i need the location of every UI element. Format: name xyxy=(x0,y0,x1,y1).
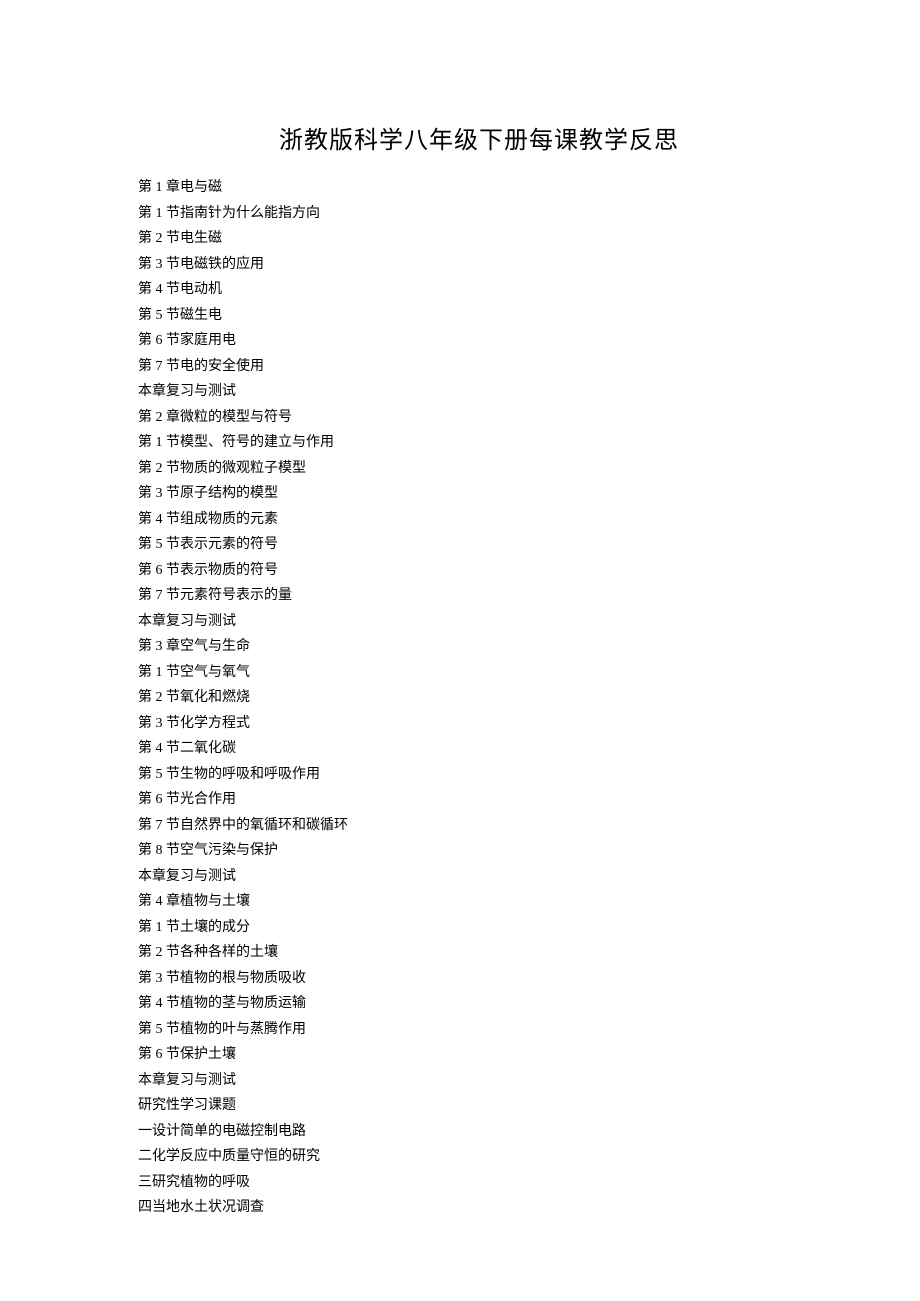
toc-line: 第 3 节电磁铁的应用 xyxy=(138,252,820,278)
toc-line: 第 6 节表示物质的符号 xyxy=(138,558,820,584)
toc-line: 二化学反应中质量守恒的研究 xyxy=(138,1144,820,1170)
toc-line: 第 2 章微粒的模型与符号 xyxy=(138,405,820,431)
toc-line: 本章复习与测试 xyxy=(138,379,820,405)
toc-line: 第 1 节土壤的成分 xyxy=(138,915,820,941)
toc-line: 一设计简单的电磁控制电路 xyxy=(138,1119,820,1145)
toc-line: 第 4 节组成物质的元素 xyxy=(138,507,820,533)
toc-line: 第 2 节氧化和燃烧 xyxy=(138,685,820,711)
table-of-contents: 第 1 章电与磁第 1 节指南针为什么能指方向第 2 节电生磁第 3 节电磁铁的… xyxy=(138,175,820,1221)
toc-line: 第 2 节各种各样的土壤 xyxy=(138,940,820,966)
toc-line: 第 5 节植物的叶与蒸腾作用 xyxy=(138,1017,820,1043)
toc-line: 第 6 节家庭用电 xyxy=(138,328,820,354)
toc-line: 第 3 节植物的根与物质吸收 xyxy=(138,966,820,992)
toc-line: 本章复习与测试 xyxy=(138,864,820,890)
toc-line: 第 5 节表示元素的符号 xyxy=(138,532,820,558)
document-title: 浙教版科学八年级下册每课教学反思 xyxy=(138,120,820,155)
toc-line: 第 3 章空气与生命 xyxy=(138,634,820,660)
toc-line: 本章复习与测试 xyxy=(138,609,820,635)
toc-line: 第 3 节原子结构的模型 xyxy=(138,481,820,507)
toc-line: 第 2 节电生磁 xyxy=(138,226,820,252)
toc-line: 第 7 节电的安全使用 xyxy=(138,354,820,380)
toc-line: 第 6 节保护土壤 xyxy=(138,1042,820,1068)
toc-line: 第 6 节光合作用 xyxy=(138,787,820,813)
toc-line: 第 4 节电动机 xyxy=(138,277,820,303)
toc-line: 第 1 节空气与氧气 xyxy=(138,660,820,686)
toc-line: 四当地水土状况调查 xyxy=(138,1195,820,1221)
toc-line: 第 7 节元素符号表示的量 xyxy=(138,583,820,609)
toc-line: 第 8 节空气污染与保护 xyxy=(138,838,820,864)
toc-line: 三研究植物的呼吸 xyxy=(138,1170,820,1196)
toc-line: 第 5 节磁生电 xyxy=(138,303,820,329)
toc-line: 本章复习与测试 xyxy=(138,1068,820,1094)
toc-line: 第 7 节自然界中的氧循环和碳循环 xyxy=(138,813,820,839)
toc-line: 研究性学习课题 xyxy=(138,1093,820,1119)
toc-line: 第 1 节指南针为什么能指方向 xyxy=(138,201,820,227)
toc-line: 第 4 节二氧化碳 xyxy=(138,736,820,762)
toc-line: 第 4 章植物与土壤 xyxy=(138,889,820,915)
toc-line: 第 1 节模型、符号的建立与作用 xyxy=(138,430,820,456)
toc-line: 第 1 章电与磁 xyxy=(138,175,820,201)
toc-line: 第 2 节物质的微观粒子模型 xyxy=(138,456,820,482)
toc-line: 第 3 节化学方程式 xyxy=(138,711,820,737)
toc-line: 第 4 节植物的茎与物质运输 xyxy=(138,991,820,1017)
toc-line: 第 5 节生物的呼吸和呼吸作用 xyxy=(138,762,820,788)
